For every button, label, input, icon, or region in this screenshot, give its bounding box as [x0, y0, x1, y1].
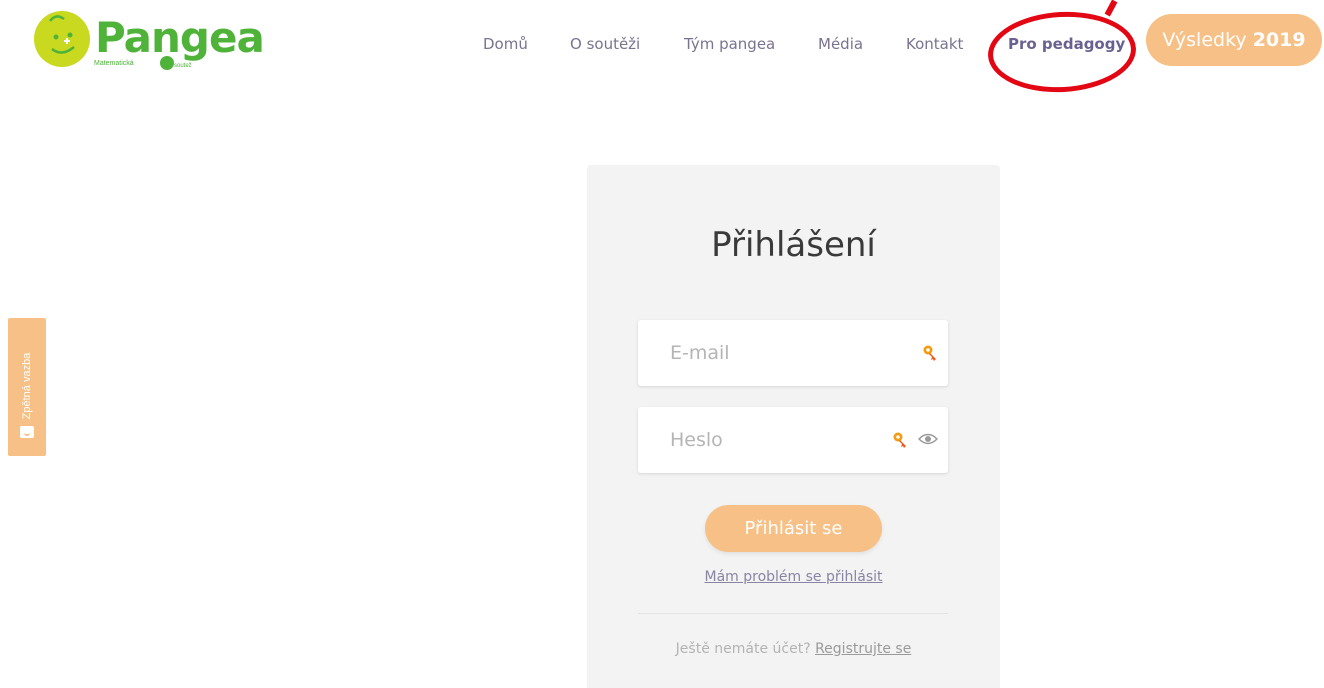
login-card: Přihlášení E-mail Přihlásit se Mám probl… [587, 165, 1000, 688]
nav-item-home[interactable]: Domů [483, 30, 528, 58]
register-row: Ještě nemáte účet? Registrujte se [587, 641, 1000, 657]
results-button[interactable]: Výsledky 2019 [1146, 14, 1322, 66]
feedback-tab-label: Zpětná vazba [21, 352, 33, 420]
feedback-tab[interactable]: Zpětná vazba [8, 318, 46, 456]
register-prompt: Ještě nemáte účet? [675, 641, 811, 657]
results-button-year: 2019 [1252, 29, 1306, 51]
annotation-tail [1104, 0, 1118, 17]
divider [638, 613, 948, 614]
eye-icon[interactable] [917, 431, 939, 447]
logo-blob-icon [160, 56, 174, 70]
nav-item-media[interactable]: Média [818, 30, 863, 58]
login-button[interactable]: Přihlásit se [705, 505, 882, 552]
logo-tagline-right: soutež [174, 63, 192, 69]
register-link[interactable]: Registrujte se [815, 641, 911, 657]
nav-item-contact[interactable]: Kontakt [906, 30, 963, 58]
nav-item-team[interactable]: Tým pangea [684, 30, 775, 58]
email-field[interactable] [638, 320, 948, 386]
key-icon [892, 431, 908, 449]
page: Pangea Matematická soutež Domů O soutěži… [0, 0, 1324, 688]
email-input[interactable] [638, 320, 878, 386]
feedback-face-icon [20, 426, 34, 438]
login-problem-link[interactable]: Mám problém se přihlásit [587, 569, 1000, 585]
password-input[interactable] [638, 407, 878, 473]
results-button-label: Výsledky [1162, 29, 1247, 51]
nav-item-about[interactable]: O soutěži [570, 30, 640, 58]
login-title: Přihlášení [711, 225, 876, 265]
key-icon [922, 344, 938, 362]
password-field[interactable] [638, 407, 948, 473]
annotation-circle [986, 8, 1138, 96]
logo-tagline-left: Matematická [94, 60, 134, 67]
